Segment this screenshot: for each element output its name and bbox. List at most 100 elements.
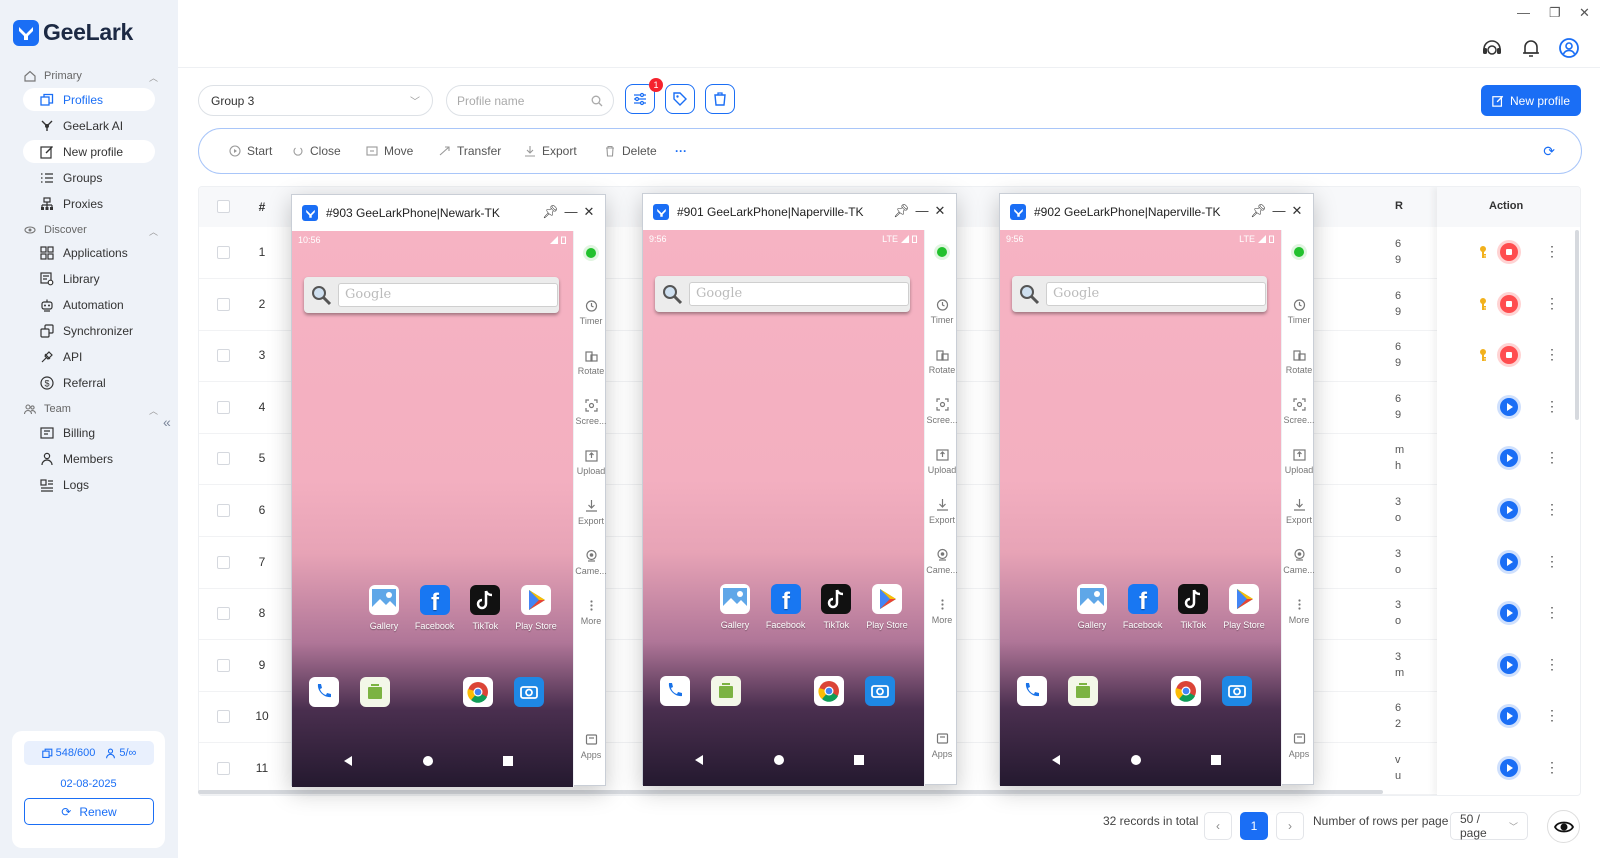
minimize-icon[interactable]: — <box>565 204 578 220</box>
side-button-rotate[interactable]: Rotate <box>1282 348 1316 375</box>
profile-search-input[interactable]: Profile name <box>446 85 614 116</box>
sidebar-item-new-profile[interactable]: New profile <box>23 140 155 163</box>
app-shortcut[interactable]: f Facebook <box>1119 584 1167 630</box>
side-button-screenshot[interactable]: Scree... <box>574 399 608 426</box>
app-shortcut[interactable]: Play Store <box>512 585 560 631</box>
side-button-upload[interactable]: Upload <box>925 448 959 475</box>
collapse-sidebar-icon[interactable]: « <box>163 414 171 430</box>
row-more-icon[interactable]: ⋮ <box>1545 656 1559 673</box>
start-profile-button[interactable] <box>1500 655 1518 674</box>
sidebar-item-synchronizer[interactable]: Synchronizer <box>23 319 155 342</box>
camera-app-icon[interactable] <box>514 677 544 707</box>
sidebar-item-automation[interactable]: Automation <box>23 293 155 316</box>
app-shortcut[interactable]: TikTok <box>1169 584 1217 630</box>
row-more-icon[interactable]: ⋮ <box>1545 346 1559 363</box>
row-more-icon[interactable]: ⋮ <box>1545 449 1559 466</box>
row-checkbox[interactable] <box>217 607 230 621</box>
app-shortcut[interactable]: TikTok <box>812 584 860 630</box>
side-button-more[interactable]: More <box>925 598 959 625</box>
row-more-icon[interactable]: ⋮ <box>1545 501 1559 518</box>
sidebar-item-geelark-ai[interactable]: GeeLark AI <box>23 114 155 137</box>
phone-app-icon[interactable] <box>1017 676 1047 706</box>
row-checkbox[interactable] <box>217 246 230 259</box>
renew-button[interactable]: ⟳ Renew <box>24 798 154 825</box>
start-profile-button[interactable] <box>1500 449 1518 468</box>
key-icon[interactable] <box>1476 348 1490 362</box>
app-shortcut[interactable]: Gallery <box>1068 584 1116 630</box>
app-shortcut[interactable]: f Facebook <box>762 584 810 630</box>
sidebar-item-proxies[interactable]: Proxies <box>23 192 155 215</box>
phone-app-icon[interactable] <box>660 676 690 706</box>
support-icon[interactable] <box>1481 37 1503 59</box>
side-button-export[interactable]: Export <box>925 498 959 525</box>
phone-window[interactable]: #901 GeeLarkPhone|Naperville-TK 📌︎ — ✕ 9:56 L… <box>642 193 959 786</box>
phone-screen[interactable]: 9:56 LTE Google Gallery f Facebook TikTok Play … <box>643 230 924 786</box>
row-checkbox[interactable] <box>217 710 230 724</box>
section-primary[interactable]: Primary ︿ <box>24 70 158 83</box>
files-app-icon[interactable] <box>711 676 741 706</box>
app-shortcut[interactable]: TikTok <box>461 585 509 631</box>
move-button[interactable]: Move <box>366 144 413 158</box>
app-shortcut[interactable]: Play Store <box>863 584 911 630</box>
sidebar-item-referral[interactable]: $ Referral <box>23 371 155 394</box>
minimize-window-icon[interactable]: — <box>1517 5 1530 20</box>
close-icon[interactable]: ✕ <box>935 203 946 219</box>
section-discover[interactable]: Discover ︿ <box>24 224 158 237</box>
stop-profile-button[interactable] <box>1500 346 1518 365</box>
start-profile-button[interactable] <box>1500 604 1518 623</box>
clean-button[interactable] <box>705 84 735 114</box>
side-button-apps[interactable]: Apps <box>1282 732 1316 759</box>
app-shortcut[interactable]: f Facebook <box>411 585 459 631</box>
vertical-scrollbar[interactable] <box>1575 230 1579 420</box>
section-team[interactable]: Team ︿ <box>24 403 158 416</box>
google-search-widget[interactable]: Google <box>1012 276 1267 312</box>
app-shortcut[interactable]: Play Store <box>1220 584 1268 630</box>
minimize-icon[interactable]: — <box>916 203 929 219</box>
sidebar-item-library[interactable]: Library <box>23 267 155 290</box>
sidebar-item-applications[interactable]: Applications <box>23 241 155 264</box>
google-search-widget[interactable]: Google <box>655 276 910 312</box>
side-button-apps[interactable]: Apps <box>574 733 608 760</box>
account-icon[interactable] <box>1558 37 1580 59</box>
row-checkbox[interactable] <box>217 762 230 775</box>
side-button-timer[interactable]: Timer <box>1282 298 1316 325</box>
stop-profile-button[interactable] <box>1500 243 1518 261</box>
key-icon[interactable] <box>1476 245 1490 259</box>
close-icon[interactable]: ✕ <box>1292 203 1303 219</box>
row-checkbox[interactable] <box>217 504 230 517</box>
group-select[interactable]: Group 3 ﹀ <box>198 85 433 116</box>
phone-window[interactable]: #902 GeeLarkPhone|Naperville-TK 📌︎ — ✕ 9:56 L… <box>999 193 1316 786</box>
pin-icon[interactable]: 📌︎ <box>542 204 559 220</box>
start-profile-button[interactable] <box>1500 759 1518 777</box>
key-icon[interactable] <box>1476 297 1490 311</box>
side-button-camera[interactable]: Came... <box>574 549 608 576</box>
close-icon[interactable]: ✕ <box>584 204 595 220</box>
row-checkbox[interactable] <box>217 555 230 569</box>
refresh-icon[interactable]: ⟳ <box>1543 143 1555 160</box>
row-checkbox[interactable] <box>217 452 230 466</box>
delete-button[interactable]: Delete <box>604 144 657 158</box>
app-shortcut[interactable]: Gallery <box>360 585 408 631</box>
row-checkbox[interactable] <box>217 297 230 311</box>
more-actions-button[interactable]: ··· <box>675 144 687 158</box>
phone-screen[interactable]: 10:56 Google Gallery f Facebook TikTok Play St… <box>292 231 573 787</box>
next-page-button[interactable]: › <box>1276 812 1304 840</box>
restore-window-icon[interactable]: ❐ <box>1549 5 1561 21</box>
side-button-timer[interactable]: Timer <box>574 299 608 326</box>
sidebar-item-groups[interactable]: Groups <box>23 166 155 189</box>
row-checkbox[interactable] <box>217 658 230 672</box>
start-profile-button[interactable] <box>1500 397 1518 416</box>
start-button[interactable]: Start <box>229 144 272 158</box>
side-button-timer[interactable]: Timer <box>925 298 959 325</box>
side-button-camera[interactable]: Came... <box>925 548 959 575</box>
chrome-icon[interactable] <box>1171 676 1201 706</box>
side-button-more[interactable]: More <box>574 599 608 626</box>
side-button-screenshot[interactable]: Scree... <box>925 398 959 425</box>
camera-app-icon[interactable] <box>1222 676 1252 706</box>
tag-button[interactable] <box>665 84 695 114</box>
phone-window[interactable]: #903 GeeLarkPhone|Newark-TK 📌︎ — ✕ 10:56 Goog… <box>291 194 608 787</box>
side-button-upload[interactable]: Upload <box>1282 448 1316 475</box>
start-profile-button[interactable] <box>1500 501 1518 519</box>
side-button-screenshot[interactable]: Scree... <box>1282 398 1316 425</box>
files-app-icon[interactable] <box>1068 676 1098 706</box>
